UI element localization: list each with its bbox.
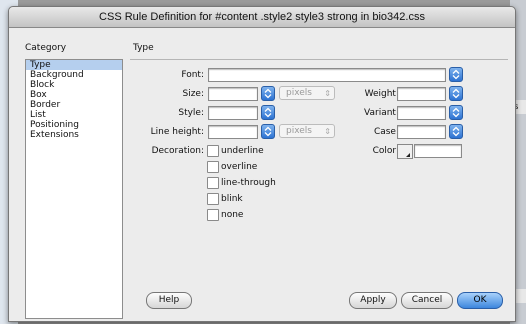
line-height-stepper[interactable] [261, 124, 275, 139]
category-item-type[interactable]: Type [26, 60, 122, 70]
line-height-field[interactable] [208, 125, 258, 139]
case-label: Case: [373, 127, 399, 137]
cancel-button[interactable]: Cancel [401, 292, 453, 309]
color-picker-button[interactable] [397, 144, 413, 159]
line-height-label: Line height: [150, 127, 204, 137]
category-item-box[interactable]: Box [26, 90, 122, 100]
case-field[interactable] [397, 125, 446, 139]
underline-checkbox[interactable] [207, 145, 219, 157]
overline-checkbox[interactable] [207, 161, 219, 173]
category-item-border[interactable]: Border [26, 100, 122, 110]
category-list: Type Background Block Box Border List Po… [25, 59, 123, 319]
color-field[interactable] [414, 144, 462, 158]
underline-label: underline [221, 146, 264, 156]
font-field[interactable] [208, 68, 446, 82]
color-well-corner-icon [406, 153, 410, 157]
dialog-title: CSS Rule Definition for #content .style2… [9, 7, 515, 28]
size-label: Size: [182, 89, 204, 99]
blink-checkbox[interactable] [207, 193, 219, 205]
updown-icon [452, 107, 460, 118]
category-header: Category [25, 43, 67, 53]
category-item-list[interactable]: List [26, 110, 122, 120]
size-unit-value: pixels [286, 88, 312, 98]
blink-label: blink [221, 194, 243, 204]
variant-label: Variant: [364, 108, 399, 118]
help-button[interactable]: Help [146, 292, 192, 309]
updown-icon [264, 107, 272, 118]
size-field[interactable] [208, 87, 258, 101]
style-field[interactable] [208, 106, 258, 120]
variant-stepper[interactable] [449, 105, 463, 120]
updown-icon [452, 126, 460, 137]
font-label: Font: [181, 70, 204, 80]
font-stepper[interactable] [449, 67, 463, 82]
category-item-block[interactable]: Block [26, 80, 122, 90]
panel-separator [130, 59, 508, 60]
updown-icon [264, 126, 272, 137]
weight-label: Weight: [364, 89, 399, 99]
none-label: none [221, 210, 244, 220]
weight-field[interactable] [397, 87, 446, 101]
line-height-unit-value: pixels [286, 126, 312, 136]
none-checkbox[interactable] [207, 209, 219, 221]
size-stepper[interactable] [261, 86, 275, 101]
category-item-extensions[interactable]: Extensions [26, 130, 122, 140]
line-through-label: line-through [221, 178, 276, 188]
ok-button[interactable]: OK [457, 292, 503, 309]
color-label: Color: [372, 146, 399, 156]
weight-stepper[interactable] [449, 86, 463, 101]
updown-icon [452, 88, 460, 99]
variant-field[interactable] [397, 106, 446, 120]
decoration-label: Decoration: [151, 146, 204, 156]
style-stepper[interactable] [261, 105, 275, 120]
style-label: Style: [178, 108, 204, 118]
updown-icon [452, 69, 460, 80]
updown-icon [264, 88, 272, 99]
category-item-positioning[interactable]: Positioning [26, 120, 122, 130]
case-stepper[interactable] [449, 124, 463, 139]
category-item-background[interactable]: Background [26, 70, 122, 80]
css-rule-dialog: CSS Rule Definition for #content .style2… [8, 6, 516, 322]
line-through-checkbox[interactable] [207, 177, 219, 189]
panel-header: Type [133, 43, 154, 53]
overline-label: overline [221, 162, 258, 172]
apply-button[interactable]: Apply [349, 292, 397, 309]
